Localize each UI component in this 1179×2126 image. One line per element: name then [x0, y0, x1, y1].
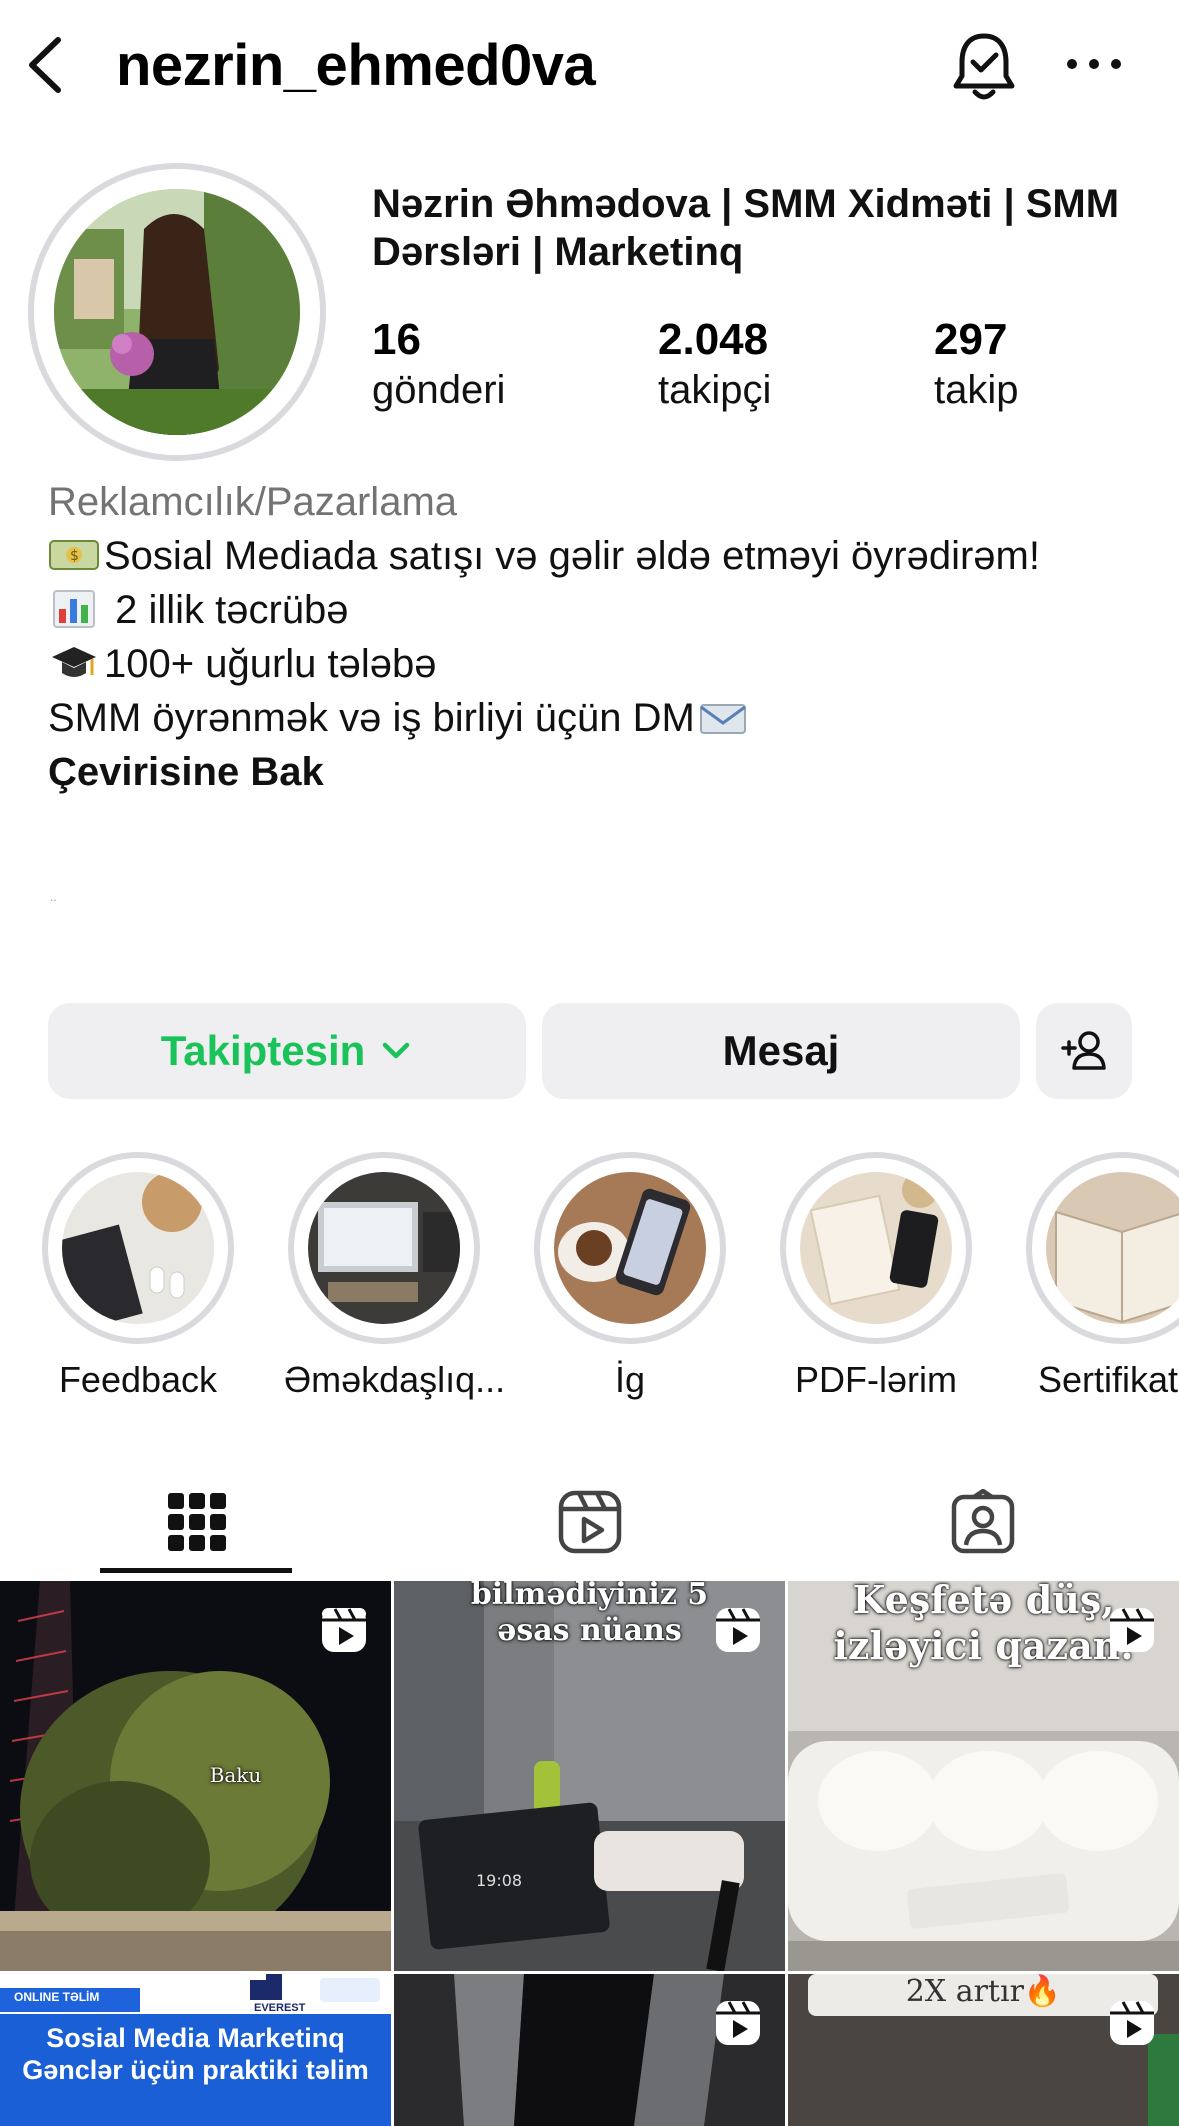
bio-line: SMM öyrənmək və iş birliyi üçün DM: [48, 691, 1168, 745]
highlight-label: Sertifikatla: [1037, 1359, 1179, 1400]
post-tile[interactable]: Baku: [0, 1581, 391, 1971]
post-tile[interactable]: 2X artır🔥: [788, 1974, 1179, 2126]
post-tile[interactable]: [394, 1974, 785, 2126]
add-person-icon: [1061, 1031, 1106, 1070]
highlight-label: İg: [614, 1359, 646, 1400]
highlight-ring: [42, 1152, 234, 1344]
profile-category: Reklamcılık/Pazarlama: [48, 480, 458, 524]
bio-line-1: Sosial Mediada satışı və gəlir əldə etmə…: [104, 534, 1040, 578]
reel-badge-icon: [716, 1608, 760, 1652]
avatar-ring[interactable]: [28, 163, 326, 461]
notification-bell-icon[interactable]: [948, 28, 1020, 104]
translate-link[interactable]: Çevirisine Bak: [48, 745, 1168, 799]
bio-line-4: SMM öyrənmək və iş birliyi üçün DM: [48, 696, 695, 740]
profile-username: nezrin_ehmed0va: [116, 33, 596, 98]
post-tile[interactable]: ONLINE TƏLİM EVEREST Sosial Media Market…: [0, 1974, 391, 2126]
stat-followers-value: 2.048: [658, 315, 769, 364]
stat-following[interactable]: 297 takip: [934, 315, 1019, 415]
tab-tagged[interactable]: [786, 1470, 1179, 1574]
post-overlay-text: Baku: [209, 1763, 262, 1787]
chevron-down-icon: [383, 1042, 410, 1059]
reel-badge-icon: [322, 1608, 366, 1652]
avatar: [54, 189, 300, 435]
tab-reels[interactable]: [393, 1470, 786, 1574]
bio-line: 2 illik təcrübə: [48, 583, 1168, 637]
highlight-ring: [780, 1152, 972, 1344]
highlight-cover: [1046, 1172, 1179, 1324]
highlight-certificates[interactable]: Sertifikatla: [1022, 1152, 1179, 1404]
profile-bio: Reklamcılık/Pazarlama $ Sosial Mediada sa…: [48, 475, 1168, 799]
grid-icon: [167, 1493, 226, 1551]
bio-line-3: 100+ uğurlu tələbə: [104, 642, 437, 686]
highlight-label: PDF-lərim: [795, 1359, 957, 1400]
more-options-icon[interactable]: [1062, 36, 1126, 92]
reel-badge-icon: [1110, 2001, 1154, 2045]
money-icon: $: [49, 540, 99, 570]
post-tile[interactable]: 19:08 bilmədiyiniz 5 əsas nüans: [394, 1581, 785, 1971]
graduation-cap-icon: [52, 647, 96, 677]
highlight-ig[interactable]: İg: [530, 1152, 730, 1404]
highlight-cover: [554, 1172, 706, 1324]
active-tab-indicator: [100, 1568, 292, 1573]
stat-posts[interactable]: 16 gönderi: [372, 315, 505, 415]
post-clock-text: 19:08: [476, 1871, 522, 1890]
highlight-label: Feedback: [58, 1359, 218, 1400]
tab-posts-grid[interactable]: [0, 1470, 393, 1574]
highlight-cover: [800, 1172, 952, 1324]
stat-posts-label: gönderi: [372, 368, 506, 412]
stat-following-label: takip: [934, 368, 1019, 412]
reels-icon: [558, 1490, 621, 1554]
suggest-people-button[interactable]: [1036, 1003, 1132, 1099]
top-bar: nezrin_ehmed0va: [0, 0, 1179, 130]
envelope-icon: [699, 704, 746, 734]
highlight-pdfs[interactable]: PDF-lərim: [776, 1152, 976, 1404]
highlight-cover: [62, 1172, 214, 1324]
svg-text:$: $: [70, 548, 79, 564]
bio-spacer-dot: ..: [50, 890, 57, 904]
highlight-label: Əməkdaşlıq...: [284, 1359, 506, 1400]
post-tile[interactable]: Keşfetə düş, izləyici qazan.: [788, 1581, 1179, 1971]
message-button[interactable]: Mesaj: [542, 1003, 1020, 1099]
stat-following-value: 297: [934, 315, 1008, 364]
reel-badge-icon: [716, 2001, 760, 2045]
highlight-feedback[interactable]: Feedback: [38, 1152, 238, 1404]
following-button-label: Takiptesin: [160, 1027, 366, 1074]
message-button-label: Mesaj: [722, 1027, 840, 1074]
bio-line: 100+ uğurlu tələbə: [48, 637, 1168, 691]
highlight-collaboration[interactable]: Əməkdaşlıq...: [284, 1152, 506, 1404]
post-title-text: Sosial Media Marketinq Gənclər üçün prak…: [22, 2023, 369, 2085]
highlight-ring: [1026, 1152, 1179, 1344]
stat-followers[interactable]: 2.048 takipçi: [658, 315, 771, 415]
bio-line-2: 2 illik təcrübə: [104, 588, 349, 632]
stat-posts-value: 16: [372, 315, 421, 364]
tagged-icon: [951, 1489, 1014, 1554]
stat-followers-label: takipçi: [658, 368, 772, 412]
reel-badge-icon: [1110, 1608, 1154, 1652]
highlight-cover: [308, 1172, 460, 1324]
profile-full-name: Nəzrin Əhmədova | SMM Xidməti | SMM Dərs…: [372, 182, 1120, 274]
following-button[interactable]: Takiptesin: [48, 1003, 526, 1099]
highlight-ring: [288, 1152, 480, 1344]
bar-chart-icon: [53, 590, 95, 628]
bio-line: $ Sosial Mediada satışı və gəlir əldə etm…: [48, 529, 1168, 583]
highlight-ring: [534, 1152, 726, 1344]
back-arrow-icon[interactable]: [20, 30, 72, 100]
post-brand-text: EVEREST: [254, 2002, 306, 2014]
post-banner-text: ONLINE TƏLİM: [14, 1990, 100, 2004]
